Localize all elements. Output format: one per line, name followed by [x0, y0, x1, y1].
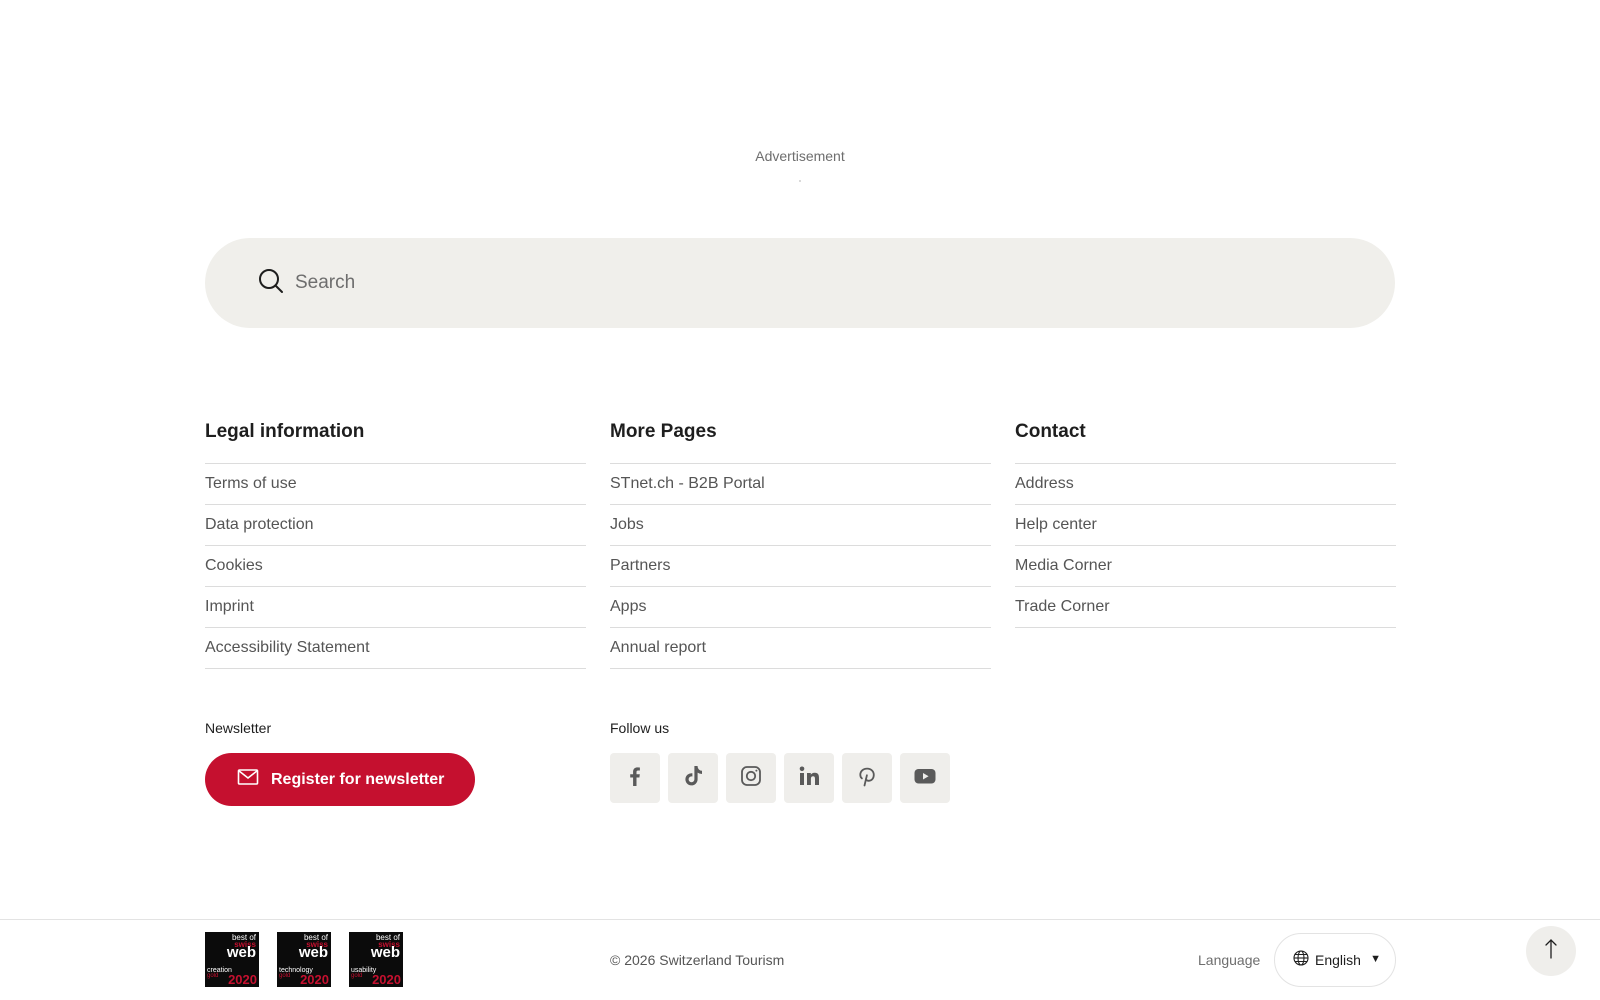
arrow-up-icon	[1542, 938, 1560, 965]
globe-icon	[1293, 949, 1315, 971]
award-badge-creation: best of swiss web creation gold 2020	[205, 932, 259, 987]
youtube-link[interactable]	[900, 753, 950, 803]
footer-link-media-corner[interactable]: Media Corner	[1015, 546, 1396, 587]
search-input[interactable]: Search	[295, 272, 355, 294]
facebook-link[interactable]	[610, 753, 660, 803]
legal-information-title: Legal information	[205, 421, 365, 442]
award-badge-technology: best of swiss web technology gold 2020	[277, 932, 331, 987]
facebook-icon	[623, 764, 647, 793]
footer-link-terms-of-use[interactable]: Terms of use	[205, 464, 586, 505]
mail-icon	[237, 766, 271, 793]
contact-links: Address Help center Media Corner Trade C…	[1015, 463, 1396, 628]
legal-information-column: Legal information Terms of use Data prot…	[205, 414, 586, 669]
instagram-icon	[739, 764, 763, 793]
language-value: English	[1315, 952, 1361, 968]
chevron-down-icon: ▼	[1370, 953, 1381, 965]
register-newsletter-button[interactable]: Register for newsletter	[205, 753, 475, 806]
award-badge-usability: best of swiss web usability gold 2020	[349, 932, 403, 987]
footer-link-help-center[interactable]: Help center	[1015, 505, 1396, 546]
footer-divider	[0, 919, 1600, 920]
instagram-link[interactable]	[726, 753, 776, 803]
search-bar[interactable]: Search	[205, 238, 1395, 328]
contact-column: Contact Address Help center Media Corner…	[1015, 414, 1396, 628]
footer-link-apps[interactable]: Apps	[610, 587, 991, 628]
footer-link-trade-corner[interactable]: Trade Corner	[1015, 587, 1396, 628]
search-icon	[257, 267, 285, 300]
legal-links: Terms of use Data protection Cookies Imp…	[205, 463, 586, 669]
more-pages-title: More Pages	[610, 421, 717, 442]
contact-title: Contact	[1015, 421, 1086, 442]
copyright-text: © 2026 Switzerland Tourism	[610, 952, 785, 968]
linkedin-link[interactable]	[784, 753, 834, 803]
footer-link-partners[interactable]: Partners	[610, 546, 991, 587]
footer-link-jobs[interactable]: Jobs	[610, 505, 991, 546]
register-newsletter-label: Register for newsletter	[271, 770, 445, 788]
pinterest-icon	[855, 764, 879, 793]
advertisement-label: Advertisement	[755, 148, 845, 164]
language-select[interactable]: English ▼	[1274, 933, 1396, 987]
more-pages-column: More Pages STnet.ch - B2B Portal Jobs Pa…	[610, 414, 991, 669]
linkedin-icon	[797, 764, 821, 793]
advertisement-slot	[799, 180, 801, 182]
footer-link-imprint[interactable]: Imprint	[205, 587, 586, 628]
language-label: Language	[1198, 952, 1261, 968]
youtube-icon	[913, 764, 937, 793]
follow-us-label: Follow us	[610, 720, 670, 736]
footer-link-cookies[interactable]: Cookies	[205, 546, 586, 587]
footer-link-data-protection[interactable]: Data protection	[205, 505, 586, 546]
tiktok-link[interactable]	[668, 753, 718, 803]
more-pages-links: STnet.ch - B2B Portal Jobs Partners Apps…	[610, 463, 991, 669]
footer-link-address[interactable]: Address	[1015, 464, 1396, 505]
footer-link-annual-report[interactable]: Annual report	[610, 628, 991, 669]
tiktok-icon	[681, 764, 705, 793]
pinterest-link[interactable]	[842, 753, 892, 803]
footer-link-accessibility-statement[interactable]: Accessibility Statement	[205, 628, 586, 669]
footer-link-stnet-b2b-portal[interactable]: STnet.ch - B2B Portal	[610, 464, 991, 505]
social-links	[610, 753, 950, 803]
back-to-top-button[interactable]	[1526, 926, 1576, 976]
newsletter-label: Newsletter	[205, 720, 272, 736]
